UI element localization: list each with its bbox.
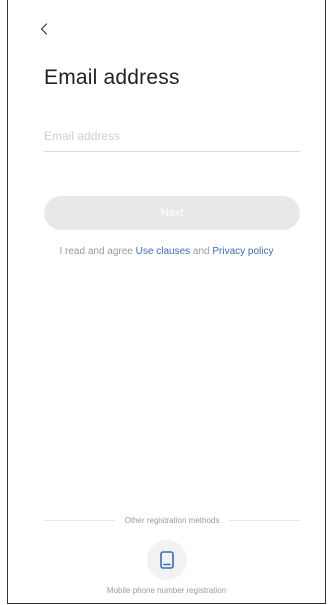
agreement-prefix: I read and agree <box>59 246 136 257</box>
divider-line-right <box>229 519 300 521</box>
chevron-left-icon <box>40 23 48 35</box>
phone-icon <box>159 551 174 569</box>
other-methods-divider: Other registration methods <box>44 513 300 527</box>
agreement-conjunction: and <box>190 246 213 257</box>
agreement-text: I read and agree Use clauses and Privacy… <box>8 246 325 257</box>
divider-line-left <box>44 519 115 521</box>
email-registration-screen: Email address Next I read and agree Use … <box>7 0 326 604</box>
mobile-phone-registration-button[interactable] <box>146 540 187 580</box>
other-methods-label: Other registration methods <box>124 515 220 525</box>
back-button[interactable] <box>33 18 55 40</box>
mobile-phone-registration: Mobile phone number registration <box>8 540 325 595</box>
next-button[interactable]: Next <box>44 196 300 230</box>
mobile-phone-registration-label: Mobile phone number registration <box>106 586 227 595</box>
use-clauses-link[interactable]: Use clauses <box>136 246 190 257</box>
page-title: Email address <box>44 66 180 89</box>
privacy-policy-link[interactable]: Privacy policy <box>212 246 273 257</box>
email-input[interactable] <box>44 121 300 152</box>
